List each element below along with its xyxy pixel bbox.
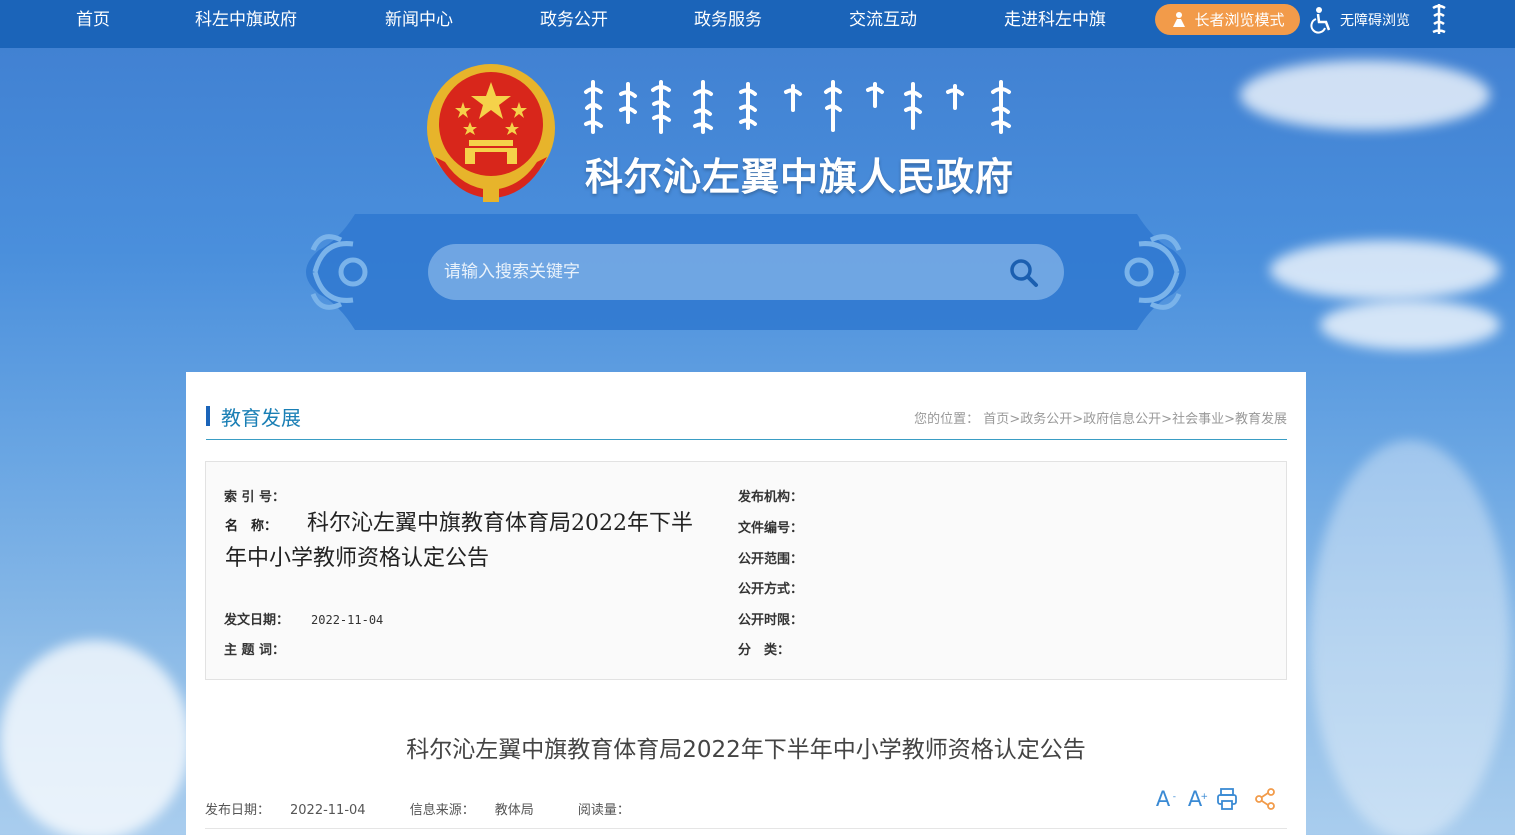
article-tools: A- A + (1152, 787, 1276, 811)
read-count-label: 阅读量： (577, 803, 630, 818)
content-panel: 教育发展 您的位置： 首页>政务公开>政府信息公开>社会事业>教育发展 索 引 … (186, 372, 1306, 835)
document-name-value: 科尔沁左翼中旗教育体育局2022年下半年中小学教师资格认定公告 (225, 511, 694, 571)
doc-number-label: 文件编号： (738, 521, 804, 536)
public-time-limit-label: 公开时限： (738, 613, 804, 628)
accessible-browse-button[interactable]: 无障碍浏览 (1310, 4, 1410, 35)
search-box (428, 244, 1064, 300)
mongolian-language-icon[interactable] (1428, 2, 1450, 36)
font-decrease-button[interactable]: A- (1152, 787, 1176, 811)
article-meta: 发布日期： 2022-11-04 信息来源： 教体局 阅读量： (205, 799, 650, 818)
elder-icon (1173, 11, 1186, 27)
font-decrease-sign: - (1172, 792, 1176, 802)
document-name-label: 名 称： (225, 519, 278, 534)
nav-item-news[interactable]: 新闻中心 (385, 0, 453, 40)
divider (205, 828, 1287, 829)
cloud-decoration (1270, 240, 1500, 300)
publishing-org-label: 发布机构： (738, 490, 804, 505)
info-source-value: 教体局 (494, 803, 534, 818)
font-decrease-glyph: A (1155, 787, 1171, 811)
breadcrumb-item-public-affairs[interactable]: 政务公开 (1020, 412, 1072, 427)
info-source-label: 信息来源： (409, 803, 475, 818)
print-icon[interactable] (1216, 787, 1238, 811)
cloud-decoration (0, 640, 190, 835)
index-number-label: 索 引 号： (224, 490, 286, 505)
font-increase-sign: + (1200, 792, 1208, 802)
cloud-decoration (1310, 440, 1510, 835)
breadcrumb-separator: > (1009, 412, 1021, 427)
mongolian-script-logo (584, 80, 1011, 134)
breadcrumb-item-social[interactable]: 社会事业 (1172, 412, 1224, 427)
cloud-decoration (1240, 60, 1490, 130)
breadcrumb-separator: > (1161, 412, 1173, 427)
nav-item-interaction[interactable]: 交流互动 (849, 0, 917, 40)
info-source: 信息来源： 教体局 (410, 803, 554, 818)
category-label: 分 类： (738, 643, 791, 658)
breadcrumb-item-education[interactable]: 教育发展 (1235, 412, 1287, 427)
article-title: 科尔沁左翼中旗教育体育局2022年下半年中小学教师资格认定公告 (406, 737, 1086, 763)
publish-date-value: 2022-11-04 (290, 803, 366, 818)
nav-item-public-affairs[interactable]: 政务公开 (540, 0, 608, 40)
section-title: 教育发展 (221, 406, 301, 430)
publish-date-label: 发布日期： (205, 803, 271, 818)
publish-date: 发布日期： 2022-11-04 (205, 803, 386, 818)
accessible-browse-label: 无障碍浏览 (1340, 12, 1410, 29)
breadcrumb-separator: > (1072, 412, 1084, 427)
issue-date-row: 发文日期： 2022-11-04 (224, 609, 383, 628)
wheelchair-icon (1310, 6, 1331, 34)
issue-date-label: 发文日期： (224, 613, 290, 628)
breadcrumb-item-gov-info[interactable]: 政府信息公开 (1083, 412, 1161, 427)
share-icon[interactable] (1254, 787, 1276, 811)
elder-mode-button[interactable]: 长者浏览模式 (1155, 4, 1300, 35)
top-navigation: 首页 科左中旗政府 新闻中心 政务公开 政务服务 交流互动 走进科左中旗 长者浏… (0, 0, 1515, 48)
public-scope-label: 公开范围： (738, 552, 804, 567)
document-info-box: 索 引 号： 名 称： 科尔沁左翼中旗教育体育局2022年下半年中小学教师资格认定… (205, 461, 1287, 680)
national-emblem-icon (427, 64, 555, 202)
breadcrumb: 您的位置： 首页>政务公开>政府信息公开>社会事业>教育发展 (914, 408, 1287, 427)
issue-date-value: 2022-11-04 (311, 613, 384, 627)
topic-words-label: 主 题 词： (224, 643, 286, 658)
nav-item-services[interactable]: 政务服务 (694, 0, 762, 40)
section-header: 教育发展 您的位置： 首页>政务公开>政府信息公开>社会事业>教育发展 (206, 400, 1287, 440)
breadcrumb-item-home[interactable]: 首页 (983, 412, 1009, 427)
site-title: 科尔沁左翼中旗人民政府 (585, 155, 1015, 199)
search-icon[interactable] (1008, 257, 1040, 289)
nav-item-government[interactable]: 科左中旗政府 (195, 0, 297, 40)
nav-item-home[interactable]: 首页 (76, 0, 110, 40)
elder-mode-label: 长者浏览模式 (1194, 11, 1285, 29)
breadcrumb-separator: > (1224, 412, 1235, 427)
nav-item-about[interactable]: 走进科左中旗 (1004, 0, 1106, 40)
document-name: 名 称： 科尔沁左翼中旗教育体育局2022年下半年中小学教师资格认定公告 (225, 508, 705, 575)
public-method-label: 公开方式： (738, 582, 804, 597)
cloud-decoration (1320, 300, 1500, 350)
section-accent-bar (206, 406, 210, 426)
breadcrumb-prefix: 您的位置： (914, 412, 980, 427)
search-input[interactable] (428, 262, 988, 282)
font-increase-button[interactable]: A + (1184, 787, 1208, 811)
